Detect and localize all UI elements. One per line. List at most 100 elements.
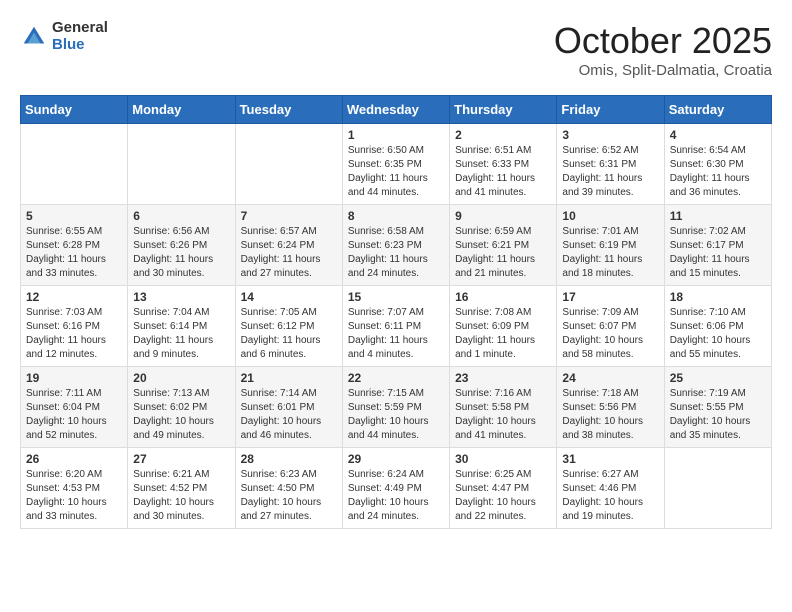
logo-general: General (52, 20, 108, 37)
day-info: Sunrise: 6:51 AMSunset: 6:33 PMDaylight:… (455, 144, 551, 200)
calendar-cell: 15Sunrise: 7:07 AMSunset: 6:11 PMDayligh… (342, 286, 449, 367)
logo-icon (20, 23, 48, 51)
day-info: Sunrise: 6:23 AMSunset: 4:50 PMDaylight:… (241, 468, 337, 524)
calendar-week-row: 26 Sunrise: 6:20 AMSunset: 4:53 PMDayligh… (21, 448, 772, 529)
day-info: Sunrise: 6:20 AMSunset: 4:53 PMDaylight:… (26, 468, 122, 524)
day-info: Sunrise: 7:03 AMSunset: 6:16 PMDaylight:… (26, 306, 122, 362)
day-number: 23 (455, 371, 551, 385)
day-info: Sunrise: 6:21 AMSunset: 4:52 PMDaylight:… (133, 468, 229, 524)
day-number: 17 (562, 290, 658, 304)
day-info: Sunrise: 7:19 AMSunset: 5:55 PMDaylight:… (670, 387, 766, 443)
calendar-cell: 10 Sunrise: 7:01 AMSunset: 6:19 PMDayligh… (557, 205, 664, 286)
day-info: Sunrise: 7:11 AMSunset: 6:04 PMDaylight:… (26, 387, 122, 443)
day-number: 31 (562, 452, 658, 466)
calendar-cell: 14 Sunrise: 7:05 AMSunset: 6:12 PMDayligh… (235, 286, 342, 367)
calendar-week-row: 5 Sunrise: 6:55 AMSunset: 6:28 PMDaylight… (21, 205, 772, 286)
day-number: 27 (133, 452, 229, 466)
day-number: 14 (241, 290, 337, 304)
day-number: 7 (241, 209, 337, 223)
weekday-header: Thursday (450, 96, 557, 124)
location-subtitle: Omis, Split-Dalmatia, Croatia (554, 62, 772, 79)
day-number: 11 (670, 209, 766, 223)
calendar-cell: 26 Sunrise: 6:20 AMSunset: 4:53 PMDayligh… (21, 448, 128, 529)
calendar-cell: 29 Sunrise: 6:24 AMSunset: 4:49 PMDayligh… (342, 448, 449, 529)
day-info: Sunrise: 7:05 AMSunset: 6:12 PMDaylight:… (241, 306, 337, 362)
day-number: 10 (562, 209, 658, 223)
day-number: 2 (455, 128, 551, 142)
day-number: 30 (455, 452, 551, 466)
calendar-cell: 27 Sunrise: 6:21 AMSunset: 4:52 PMDayligh… (128, 448, 235, 529)
calendar-cell (235, 124, 342, 205)
calendar-cell: 11 Sunrise: 7:02 AMSunset: 6:17 PMDayligh… (664, 205, 771, 286)
day-info: Sunrise: 6:25 AMSunset: 4:47 PMDaylight:… (455, 468, 551, 524)
calendar-cell: 17 Sunrise: 7:09 AMSunset: 6:07 PMDayligh… (557, 286, 664, 367)
day-info: Sunrise: 7:16 AMSunset: 5:58 PMDaylight:… (455, 387, 551, 443)
day-number: 4 (670, 128, 766, 142)
calendar-week-row: 19 Sunrise: 7:11 AMSunset: 6:04 PMDayligh… (21, 367, 772, 448)
calendar-cell: 18Sunrise: 7:10 AMSunset: 6:06 PMDayligh… (664, 286, 771, 367)
calendar-cell (128, 124, 235, 205)
calendar-cell: 22Sunrise: 7:15 AMSunset: 5:59 PMDayligh… (342, 367, 449, 448)
weekday-header: Sunday (21, 96, 128, 124)
day-number: 8 (348, 209, 444, 223)
month-title: October 2025 (554, 20, 772, 62)
day-number: 5 (26, 209, 122, 223)
weekday-header: Monday (128, 96, 235, 124)
calendar-cell (21, 124, 128, 205)
day-number: 22 (348, 371, 444, 385)
weekday-header: Saturday (664, 96, 771, 124)
calendar-cell: 9Sunrise: 6:59 AMSunset: 6:21 PMDaylight… (450, 205, 557, 286)
day-info: Sunrise: 6:50 AMSunset: 6:35 PMDaylight:… (348, 144, 444, 200)
weekday-header: Friday (557, 96, 664, 124)
calendar-cell: 5 Sunrise: 6:55 AMSunset: 6:28 PMDaylight… (21, 205, 128, 286)
day-info: Sunrise: 6:56 AMSunset: 6:26 PMDaylight:… (133, 225, 229, 281)
day-info: Sunrise: 6:58 AMSunset: 6:23 PMDaylight:… (348, 225, 444, 281)
calendar-cell: 3Sunrise: 6:52 AMSunset: 6:31 PMDaylight… (557, 124, 664, 205)
calendar-cell: 2 Sunrise: 6:51 AMSunset: 6:33 PMDaylight… (450, 124, 557, 205)
calendar-cell: 25Sunrise: 7:19 AMSunset: 5:55 PMDayligh… (664, 367, 771, 448)
day-number: 26 (26, 452, 122, 466)
day-number: 1 (348, 128, 444, 142)
calendar-cell: 24 Sunrise: 7:18 AMSunset: 5:56 PMDayligh… (557, 367, 664, 448)
calendar-cell: 31 Sunrise: 6:27 AMSunset: 4:46 PMDayligh… (557, 448, 664, 529)
calendar-cell: 13Sunrise: 7:04 AMSunset: 6:14 PMDayligh… (128, 286, 235, 367)
day-number: 24 (562, 371, 658, 385)
day-info: Sunrise: 6:55 AMSunset: 6:28 PMDaylight:… (26, 225, 122, 281)
calendar-cell (664, 448, 771, 529)
weekday-header: Wednesday (342, 96, 449, 124)
day-info: Sunrise: 7:02 AMSunset: 6:17 PMDaylight:… (670, 225, 766, 281)
day-info: Sunrise: 7:01 AMSunset: 6:19 PMDaylight:… (562, 225, 658, 281)
day-info: Sunrise: 7:07 AMSunset: 6:11 PMDaylight:… (348, 306, 444, 362)
calendar-cell: 30 Sunrise: 6:25 AMSunset: 4:47 PMDayligh… (450, 448, 557, 529)
day-number: 29 (348, 452, 444, 466)
calendar-cell: 23 Sunrise: 7:16 AMSunset: 5:58 PMDayligh… (450, 367, 557, 448)
page-header: General Blue October 2025 Omis, Split-Da… (20, 20, 772, 79)
weekday-header: Tuesday (235, 96, 342, 124)
calendar-cell: 4 Sunrise: 6:54 AMSunset: 6:30 PMDaylight… (664, 124, 771, 205)
day-info: Sunrise: 7:08 AMSunset: 6:09 PMDaylight:… (455, 306, 551, 362)
calendar-cell: 16Sunrise: 7:08 AMSunset: 6:09 PMDayligh… (450, 286, 557, 367)
day-info: Sunrise: 7:18 AMSunset: 5:56 PMDaylight:… (562, 387, 658, 443)
day-number: 21 (241, 371, 337, 385)
day-info: Sunrise: 7:09 AMSunset: 6:07 PMDaylight:… (562, 306, 658, 362)
day-info: Sunrise: 6:27 AMSunset: 4:46 PMDaylight:… (562, 468, 658, 524)
day-info: Sunrise: 7:10 AMSunset: 6:06 PMDaylight:… (670, 306, 766, 362)
calendar-cell: 12 Sunrise: 7:03 AMSunset: 6:16 PMDayligh… (21, 286, 128, 367)
day-info: Sunrise: 6:54 AMSunset: 6:30 PMDaylight:… (670, 144, 766, 200)
calendar-week-row: 1 Sunrise: 6:50 AMSunset: 6:35 PMDaylight… (21, 124, 772, 205)
day-number: 3 (562, 128, 658, 142)
logo: General Blue (20, 20, 108, 53)
calendar-cell: 1 Sunrise: 6:50 AMSunset: 6:35 PMDaylight… (342, 124, 449, 205)
day-number: 20 (133, 371, 229, 385)
day-number: 6 (133, 209, 229, 223)
calendar-cell: 19 Sunrise: 7:11 AMSunset: 6:04 PMDayligh… (21, 367, 128, 448)
day-number: 12 (26, 290, 122, 304)
calendar-table: SundayMondayTuesdayWednesdayThursdayFrid… (20, 95, 772, 529)
day-number: 9 (455, 209, 551, 223)
calendar-cell: 20Sunrise: 7:13 AMSunset: 6:02 PMDayligh… (128, 367, 235, 448)
day-number: 19 (26, 371, 122, 385)
day-info: Sunrise: 6:24 AMSunset: 4:49 PMDaylight:… (348, 468, 444, 524)
day-number: 28 (241, 452, 337, 466)
calendar-cell: 21Sunrise: 7:14 AMSunset: 6:01 PMDayligh… (235, 367, 342, 448)
calendar-week-row: 12 Sunrise: 7:03 AMSunset: 6:16 PMDayligh… (21, 286, 772, 367)
